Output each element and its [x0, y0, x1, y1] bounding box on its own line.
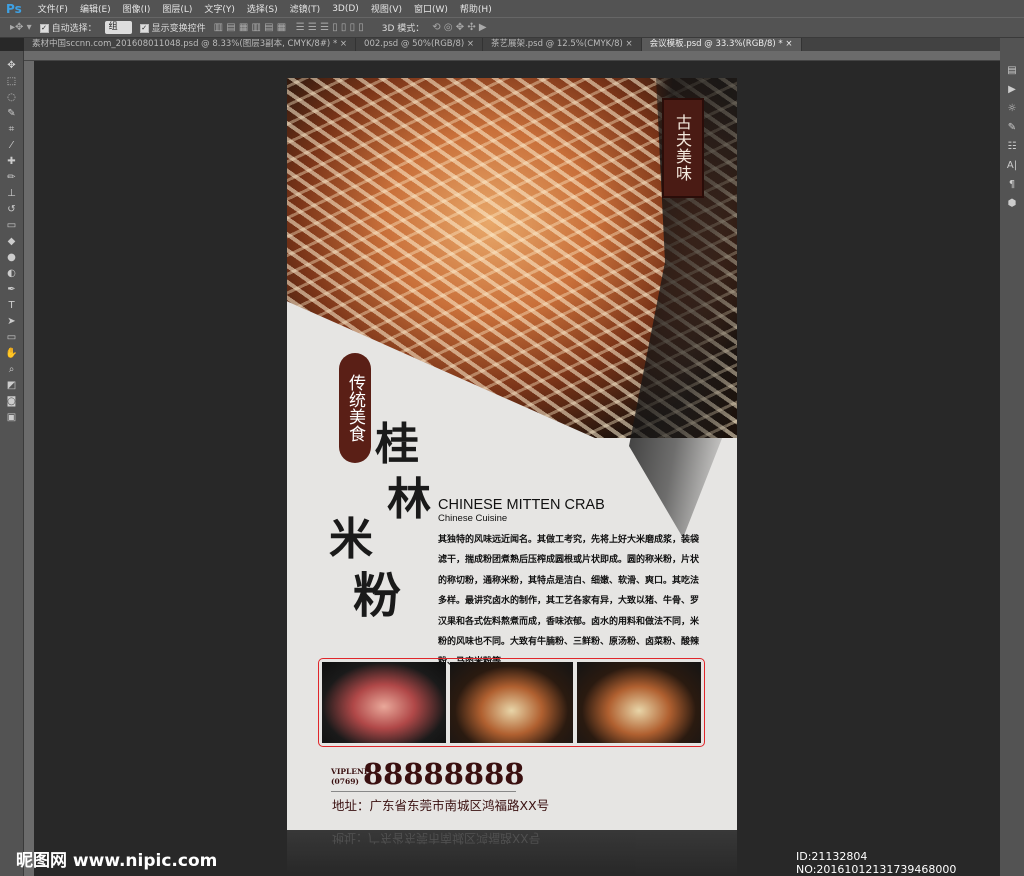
- tab-document-4[interactable]: 会议模板.psd @ 33.3%(RGB/8) * ×: [641, 38, 802, 51]
- title-char: 粉: [353, 568, 402, 624]
- dodge-icon[interactable]: ◐: [7, 267, 16, 280]
- english-subtitle: Chinese Cuisine: [438, 513, 508, 524]
- image-id: ID:21132804 NO:20161012131739468000: [796, 850, 957, 876]
- description-text: 其独特的风味远近闻名。其做工考究，先将上好大米磨成浆，装袋滤干，揣成粉团煮熟后压…: [438, 535, 700, 667]
- tab-document-1[interactable]: 素材中国sccnn.com_201608011048.psd @ 8.33%(图…: [24, 38, 357, 51]
- menu-view[interactable]: 视图(V): [371, 2, 402, 15]
- properties-icon[interactable]: ☷: [1008, 140, 1017, 153]
- menu-file[interactable]: 文件(F): [38, 2, 68, 15]
- tab-label: 会议模板.psd @ 33.3%(RGB/8) *: [649, 39, 783, 49]
- type-icon[interactable]: T: [8, 299, 14, 312]
- auto-select-label: 自动选择：: [51, 24, 97, 34]
- align-icons[interactable]: ▥ ▤ ▦ ▥ ▤ ▦ ☰ ☰ ☰ ▯ ▯ ▯ ▯: [214, 22, 364, 33]
- healing-icon[interactable]: ✚: [7, 155, 15, 168]
- menu-image[interactable]: 图像(I): [123, 2, 151, 15]
- tab-label: 素材中国sccnn.com_201608011048.psd @ 8.33%(图…: [32, 39, 338, 49]
- color-swatches-icon[interactable]: ◩: [7, 379, 16, 392]
- menu-layer[interactable]: 图层(L): [162, 2, 192, 15]
- lasso-icon[interactable]: ◌: [7, 91, 16, 104]
- eraser-icon[interactable]: ▭: [7, 219, 16, 232]
- tab-document-2[interactable]: 002.psd @ 50%(RGB/8) ×: [356, 38, 484, 51]
- marquee-icon[interactable]: ⬚: [7, 75, 16, 88]
- stamp-icon[interactable]: ⊥: [7, 187, 16, 200]
- bucket-icon[interactable]: ◆: [8, 235, 16, 248]
- 3d-mode-label: 3D 模式：: [381, 24, 425, 34]
- auto-select-dropdown[interactable]: 组: [104, 21, 132, 34]
- paragraph-icon[interactable]: ¶: [1009, 178, 1015, 191]
- menu-type[interactable]: 文字(Y): [204, 2, 235, 15]
- tools-panel: ✥ ⬚ ◌ ✎ ⌗ ⁄ ✚ ✏ ⊥ ↺ ▭ ◆ ● ◐ ✒ T ➤ ▭ ✋ ⌕ …: [0, 51, 24, 876]
- pen-icon[interactable]: ✒: [7, 283, 15, 296]
- path-select-icon[interactable]: ➤: [7, 315, 15, 328]
- seal-label: 古夫美味: [662, 98, 704, 198]
- screen-mode-icon[interactable]: ▣: [7, 411, 16, 424]
- title-char: 林: [387, 474, 431, 525]
- phone-number: 88888888: [363, 757, 525, 791]
- tab-label: 002.psd @ 50%(RGB/8): [364, 39, 465, 49]
- move-icon[interactable]: ✥: [7, 59, 15, 72]
- adjustments-icon[interactable]: ☼: [1008, 102, 1017, 115]
- divider: [331, 791, 516, 792]
- crop-icon[interactable]: ⌗: [9, 123, 15, 136]
- address: 地址：广东省东莞市南城区鸿福路XX号: [332, 798, 550, 813]
- vertical-ruler: [24, 61, 34, 876]
- show-transform-label: 显示变换控件: [151, 24, 206, 34]
- traditional-food-tag: 传统美食: [339, 353, 371, 463]
- eyedropper-icon[interactable]: ⁄: [11, 139, 13, 152]
- thumbnail-photo: [322, 662, 446, 743]
- 3d-panel-icon[interactable]: ⬢: [1008, 197, 1017, 210]
- thumbnail-photo: [449, 662, 574, 743]
- menu-select[interactable]: 选择(S): [247, 2, 278, 15]
- poster-canvas[interactable]: 古夫美味 传统美食 桂 林 米 粉 CHINESE MITTEN CRAB Ch…: [287, 78, 737, 830]
- history-panel-icon[interactable]: ▤: [1007, 64, 1016, 77]
- hand-icon[interactable]: ✋: [5, 347, 17, 360]
- 3d-mode-icons[interactable]: ⟲ ◎ ✥ ✣ ▶: [432, 22, 486, 33]
- menu-bar: Ps 文件(F) 编辑(E) 图像(I) 图层(L) 文字(Y) 选择(S) 滤…: [0, 0, 1024, 17]
- right-panel-dock: ▤ ▶ ☼ ✎ ☷ A| ¶ ⬢: [1000, 38, 1024, 876]
- show-transform-checkbox[interactable]: ✓ 显示变换控件: [139, 21, 206, 34]
- auto-select-checkbox[interactable]: ✓ 自动选择：: [39, 21, 97, 34]
- shape-icon[interactable]: ▭: [7, 331, 16, 344]
- reflected-address: 地址：广东省东莞市南城区鸿福路XX号: [332, 831, 541, 845]
- character-icon[interactable]: A|: [1007, 159, 1017, 172]
- menu-help[interactable]: 帮助(H): [460, 2, 492, 15]
- zoom-icon[interactable]: ⌕: [9, 363, 15, 376]
- menu-edit[interactable]: 编辑(E): [80, 2, 111, 15]
- quick-mask-icon[interactable]: ◙: [7, 395, 17, 408]
- history-brush-icon[interactable]: ↺: [7, 203, 15, 216]
- english-title: CHINESE MITTEN CRAB: [438, 497, 605, 513]
- tab-document-3[interactable]: 茶艺展架.psd @ 12.5%(CMYK/8) ×: [483, 38, 642, 51]
- menu-filter[interactable]: 滤镜(T): [290, 2, 321, 15]
- tab-label: 茶艺展架.psd @ 12.5%(CMYK/8): [491, 39, 623, 49]
- quick-select-icon[interactable]: ✎: [7, 107, 15, 120]
- thumbnail-photo: [577, 662, 702, 743]
- photoshop-logo: Ps: [6, 1, 22, 16]
- blur-icon[interactable]: ●: [7, 251, 16, 264]
- document-tabs: 素材中国sccnn.com_201608011048.psd @ 8.33%(图…: [24, 38, 1000, 51]
- brush-panel-icon[interactable]: ✎: [1008, 121, 1016, 134]
- move-tool-icon[interactable]: ▸✥ ▾: [10, 22, 32, 33]
- brush-icon[interactable]: ✏: [7, 171, 15, 184]
- nipic-watermark: 昵图网 www.nipic.com: [16, 851, 218, 871]
- horizontal-ruler: [24, 51, 1000, 61]
- poster-reflection: 地址：广东省东莞市南城区鸿福路XX号: [287, 830, 737, 876]
- options-bar: ▸✥ ▾ ✓ 自动选择： 组 ✓ 显示变换控件 ▥ ▤ ▦ ▥ ▤ ▦ ☰ ☰ ☰ …: [0, 17, 1024, 38]
- menu-3d[interactable]: 3D(D): [332, 4, 359, 14]
- thumbnail-strip: [318, 658, 705, 747]
- menu-window[interactable]: 窗口(W): [414, 2, 448, 15]
- actions-panel-icon[interactable]: ▶: [1008, 83, 1016, 96]
